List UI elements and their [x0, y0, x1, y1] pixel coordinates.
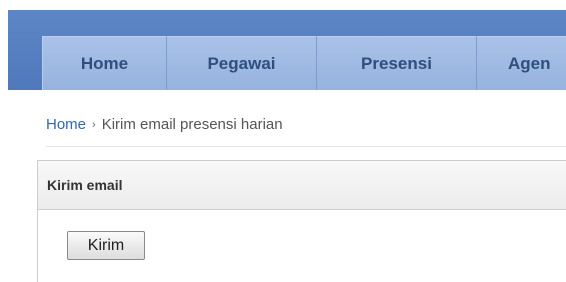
send-email-panel: Kirim email Kirim [37, 160, 566, 282]
breadcrumb-current: Kirim email presensi harian [101, 116, 283, 133]
page: Home Pegawai Presensi Agen Home › Kirim em… [0, 0, 566, 282]
tab-home[interactable]: Home [42, 36, 166, 90]
breadcrumb-divider [46, 146, 566, 147]
tab-presensi[interactable]: Presensi [316, 36, 476, 90]
panel-title: Kirim email [38, 161, 566, 210]
main-nav-tabs: Home Pegawai Presensi Agen [42, 36, 566, 90]
tab-pegawai[interactable]: Pegawai [166, 36, 316, 90]
panel-body: Kirim [38, 210, 566, 282]
top-band [0, 0, 566, 10]
tab-agenda[interactable]: Agen [476, 36, 566, 90]
breadcrumb-home-link[interactable]: Home [46, 116, 86, 133]
breadcrumb: Home › Kirim email presensi harian [46, 116, 283, 133]
send-button[interactable]: Kirim [67, 231, 145, 260]
breadcrumb-separator-icon: › [92, 119, 96, 131]
